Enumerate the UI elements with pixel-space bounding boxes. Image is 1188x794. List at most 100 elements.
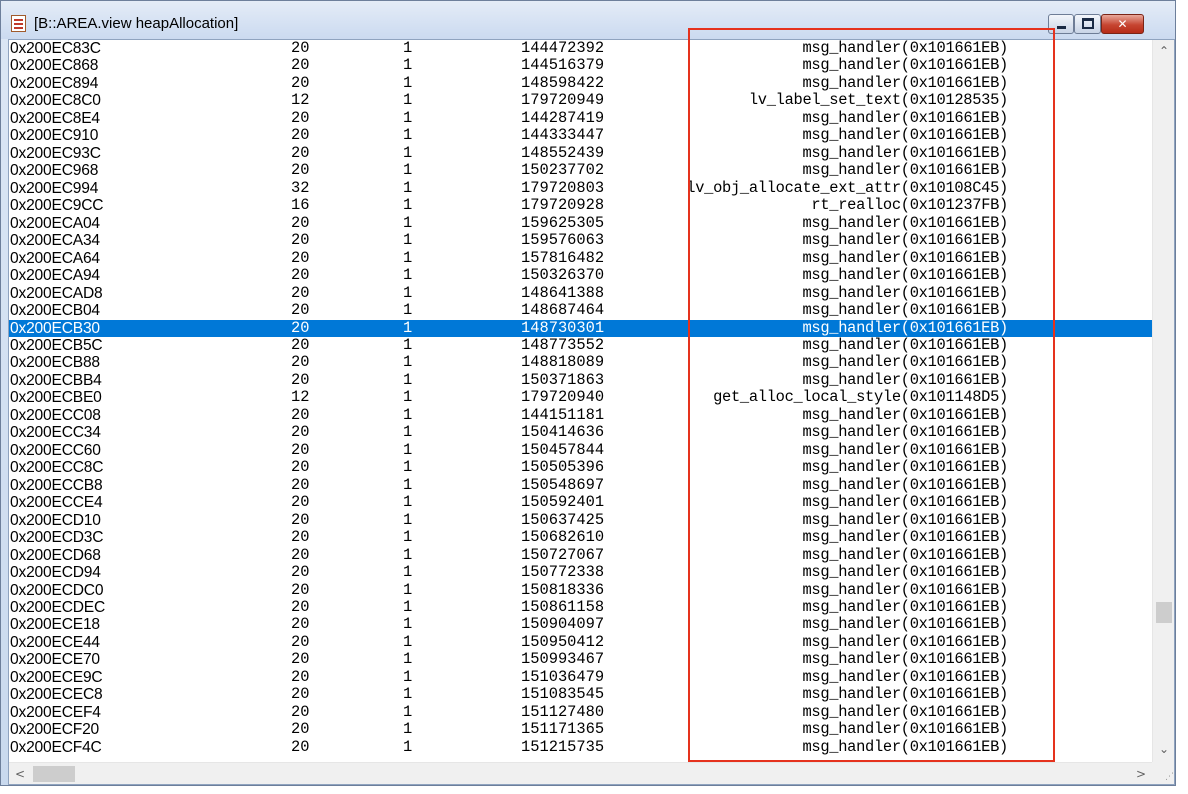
count-cell: 1: [403, 196, 413, 215]
horizontal-scroll-thumb[interactable]: [33, 766, 75, 782]
table-row[interactable]: 0x200ECA94 20 1 150326370 msg_handler(0x1016…: [9, 266, 1152, 284]
table-row[interactable]: 0x200EC8C0 12 1 179720949 lv_label_set_text(…: [9, 91, 1152, 110]
table-row[interactable]: 0x200ECB04 20 1 148687464 msg_handler(0x1016…: [9, 301, 1152, 319]
close-button[interactable]: ✕: [1101, 14, 1144, 34]
address-cell: 0x200EC8C0: [10, 92, 101, 110]
table-row[interactable]: 0x200ECCB8 20 1 150548697 msg_handler(0x1016…: [9, 475, 1152, 494]
table-row[interactable]: 0x200ECDEC 20 1 150861158 msg_handler(0x1016…: [9, 598, 1152, 616]
count-cell: 1: [403, 615, 413, 634]
table-row[interactable]: 0x200EC994 32 1 179720803 lv_obj_allocate_ex…: [9, 178, 1152, 197]
caller-cell: msg_handler(0x101661EB): [802, 126, 1008, 145]
table-row[interactable]: 0x200EC868 20 1 144516379 msg_handler(0x1016…: [9, 56, 1152, 74]
address-cell: 0x200ECC8C: [10, 459, 104, 477]
size-cell: 20: [291, 650, 310, 669]
document-icon[interactable]: [11, 15, 26, 32]
caller-cell: msg_handler(0x101661EB): [802, 161, 1008, 180]
address-cell: 0x200ECA34: [10, 232, 100, 250]
table-row[interactable]: 0x200ECC60 20 1 150457844 msg_handler(0x1016…: [9, 441, 1152, 459]
size-cell: 20: [291, 335, 310, 354]
table-row[interactable]: 0x200ECB88 20 1 148818089 msg_handler(0x1016…: [9, 353, 1152, 372]
minimize-button[interactable]: [1048, 14, 1074, 34]
table-row[interactable]: 0x200ECD94 20 1 150772338 msg_handler(0x1016…: [9, 563, 1152, 582]
table-row[interactable]: 0x200ECCE4 20 1 150592401 msg_handler(0x1016…: [9, 493, 1152, 512]
table-row[interactable]: 0x200ECD10 20 1 150637425 msg_handler(0x1016…: [9, 511, 1152, 529]
time-cell: 179720940: [521, 388, 605, 407]
time-cell: 150727067: [521, 545, 605, 564]
time-cell: 144472392: [521, 40, 605, 57]
caller-cell: msg_handler(0x101661EB): [802, 632, 1008, 651]
maximize-icon: [1081, 18, 1094, 29]
table-row[interactable]: 0x200ECB5C 20 1 148773552 msg_handler(0x1016…: [9, 335, 1152, 354]
count-cell: 1: [403, 126, 413, 145]
table-row[interactable]: 0x200ECF20 20 1 151171365 msg_handler(0x1016…: [9, 720, 1152, 739]
caller-cell: lv_label_set_text(0x10128535): [748, 91, 1008, 110]
table-row[interactable]: 0x200ECC08 20 1 144151181 msg_handler(0x1016…: [9, 406, 1152, 424]
size-cell: 20: [291, 231, 310, 250]
table-row[interactable]: 0x200EC83C 20 1 144472392 msg_handler(0x1016…: [9, 40, 1152, 57]
heap-allocation-list-view[interactable]: 0x200EC83C 20 1 144472392 msg_handler(0x1016…: [8, 39, 1175, 785]
caller-cell: msg_handler(0x101661EB): [802, 598, 1008, 616]
time-cell: 151171365: [521, 720, 605, 739]
time-cell: 179720803: [521, 178, 605, 197]
table-row[interactable]: 0x200ECBE0 12 1 179720940 get_alloc_local_st…: [9, 388, 1152, 407]
address-cell: 0x200ECC08: [10, 406, 101, 424]
scroll-down-arrow-icon[interactable]: ⌄: [1153, 738, 1174, 760]
table-row[interactable]: 0x200ECA04 20 1 159625305 msg_handler(0x1016…: [9, 213, 1152, 232]
caller-cell: msg_handler(0x101661EB): [802, 545, 1008, 564]
resize-grip-icon[interactable]: ⋰: [1152, 762, 1174, 784]
table-row[interactable]: 0x200ECBB4 20 1 150371863 msg_handler(0x1016…: [9, 370, 1152, 389]
table-row[interactable]: 0x200ECF4C 20 1 151215735 msg_handler(0x1016…: [9, 738, 1152, 756]
scroll-left-arrow-icon[interactable]: <: [9, 763, 31, 784]
caller-cell: msg_handler(0x101661EB): [802, 580, 1008, 599]
table-row[interactable]: 0x200ECD3C 20 1 150682610 msg_handler(0x1016…: [9, 528, 1152, 547]
scroll-right-arrow-icon[interactable]: >: [1130, 763, 1152, 784]
address-cell: 0x200ECCB8: [10, 476, 103, 494]
table-row[interactable]: 0x200ECEF4 20 1 151127480 msg_handler(0x1016…: [9, 703, 1152, 721]
size-cell: 16: [291, 196, 310, 215]
table-row[interactable]: 0x200ECA34 20 1 159576063 msg_handler(0x1016…: [9, 231, 1152, 250]
horizontal-scrollbar[interactable]: < >: [9, 762, 1152, 784]
table-row[interactable]: 0x200EC910 20 1 144333447 msg_handler(0x1016…: [9, 126, 1152, 145]
size-cell: 20: [291, 493, 310, 512]
table-row[interactable]: 0x200ECE9C 20 1 151036479 msg_handler(0x1016…: [9, 668, 1152, 686]
table-row[interactable]: 0x200EC894 20 1 148598422 msg_handler(0x1016…: [9, 74, 1152, 92]
count-cell: 1: [403, 458, 413, 477]
title-bar[interactable]: [B::AREA.view heapAllocation] ✕: [1, 1, 1175, 39]
count-cell: 1: [403, 685, 413, 704]
size-cell: 20: [291, 545, 310, 564]
address-cell: 0x200ECD68: [10, 546, 101, 564]
caller-cell: msg_handler(0x101661EB): [802, 528, 1008, 547]
table-row[interactable]: 0x200ECA64 20 1 157816482 msg_handler(0x1016…: [9, 249, 1152, 267]
table-row[interactable]: 0x200EC93C 20 1 148552439 msg_handler(0x1016…: [9, 143, 1152, 162]
table-row[interactable]: 0x200EC9CC 16 1 179720928 rt_realloc(0x10123…: [9, 196, 1152, 215]
table-row[interactable]: 0x200ECE70 20 1 150993467 msg_handler(0x1016…: [9, 650, 1152, 669]
address-cell: 0x200EC968: [10, 162, 99, 180]
count-cell: 1: [403, 143, 413, 162]
table-row[interactable]: 0x200EC8E4 20 1 144287419 msg_handler(0x1016…: [9, 109, 1152, 127]
count-cell: 1: [403, 370, 413, 389]
address-cell: 0x200EC8E4: [10, 109, 100, 127]
table-row[interactable]: 0x200ECE44 20 1 150950412 msg_handler(0x1016…: [9, 632, 1152, 651]
table-row[interactable]: 0x200ECAD8 20 1 148641388 msg_handler(0x1016…: [9, 284, 1152, 302]
time-cell: 148818089: [521, 353, 605, 372]
table-row[interactable]: 0x200ECD68 20 1 150727067 msg_handler(0x1016…: [9, 545, 1152, 564]
address-cell: 0x200ECE44: [10, 633, 100, 651]
size-cell: 20: [291, 370, 310, 389]
vertical-scrollbar[interactable]: ⌃ ⌄: [1152, 40, 1174, 762]
table-row[interactable]: 0x200ECEC8 20 1 151083545 msg_handler(0x1016…: [9, 685, 1152, 704]
size-cell: 20: [291, 213, 310, 232]
table-row[interactable]: 0x200ECC8C 20 1 150505396 msg_handler(0x1016…: [9, 458, 1152, 477]
table-row[interactable]: 0x200ECC34 20 1 150414636 msg_handler(0x1016…: [9, 423, 1152, 441]
table-row[interactable]: 0x200ECDC0 20 1 150818336 msg_handler(0x1016…: [9, 580, 1152, 599]
table-row[interactable]: 0x200EC968 20 1 150237702 msg_handler(0x1016…: [9, 161, 1152, 180]
size-cell: 20: [291, 475, 310, 494]
vertical-scroll-thumb[interactable]: [1156, 602, 1172, 623]
scroll-up-arrow-icon[interactable]: ⌃: [1153, 40, 1174, 62]
allocation-table[interactable]: 0x200EC83C 20 1 144472392 msg_handler(0x1016…: [9, 40, 1152, 762]
selected-table-row[interactable]: 0x200ECB30 20 1 148730301 msg_handler(0x1016…: [9, 318, 1152, 337]
maximize-button[interactable]: [1074, 14, 1101, 34]
table-row[interactable]: 0x200ECE18 20 1 150904097 msg_handler(0x1016…: [9, 615, 1152, 634]
time-cell: 150772338: [521, 563, 605, 582]
count-cell: 1: [403, 91, 413, 110]
caller-cell: msg_handler(0x101661EB): [802, 318, 1008, 337]
